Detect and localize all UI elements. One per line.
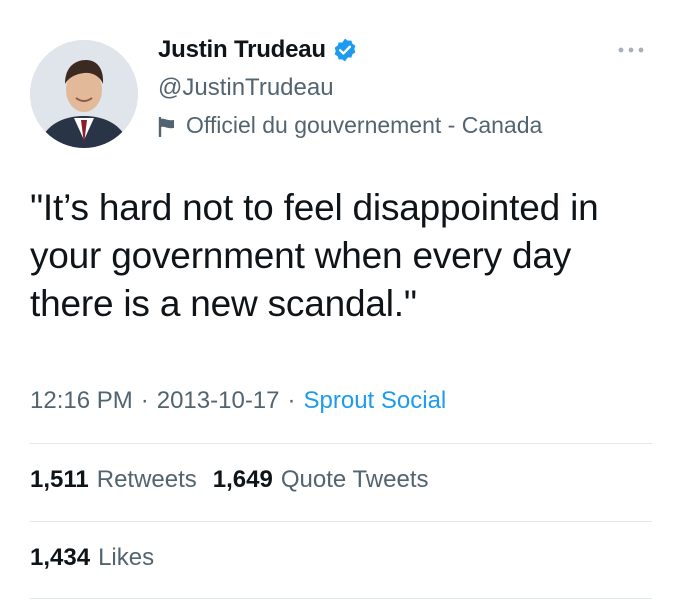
- divider: [30, 521, 652, 522]
- likes-stat-row: 1,434 Likes: [30, 544, 154, 572]
- divider: [30, 443, 652, 444]
- retweets-count: 1,511: [30, 466, 89, 493]
- likes-label: Likes: [98, 544, 155, 571]
- quote-tweets-stat[interactable]: 1,649 Quote Tweets: [213, 466, 429, 494]
- meta-separator: ·: [287, 387, 296, 414]
- tweet-meta: 12:16 PM · 2013-10-17 · Sprout Social: [30, 387, 446, 415]
- quote-tweets-label: Quote Tweets: [280, 466, 429, 493]
- likes-count: 1,434: [30, 544, 91, 571]
- more-options-button[interactable]: [612, 40, 650, 60]
- tweet-date[interactable]: 2013-10-17: [157, 387, 280, 415]
- meta-separator: ·: [140, 387, 149, 414]
- user-handle[interactable]: @JustinTrudeau: [158, 74, 334, 102]
- source-link[interactable]: Sprout Social: [304, 387, 447, 415]
- government-flag-icon: [158, 116, 176, 137]
- retweets-label: Retweets: [96, 466, 197, 493]
- verified-badge-icon: [332, 37, 358, 63]
- divider: [30, 598, 652, 599]
- avatar[interactable]: [30, 40, 138, 148]
- government-label: Officiel du gouvernement - Canada: [158, 112, 542, 139]
- display-name[interactable]: Justin Trudeau: [158, 36, 326, 64]
- retweets-stat[interactable]: 1,511 Retweets: [30, 466, 197, 494]
- tweet-time[interactable]: 12:16 PM: [30, 387, 133, 415]
- likes-stat[interactable]: 1,434 Likes: [30, 544, 154, 572]
- tweet-text: "It’s hard not to feel disappointed in y…: [30, 187, 599, 324]
- tweet-card: Justin Trudeau @JustinTrudeau Officiel d…: [0, 0, 680, 600]
- more-options-icon: [618, 47, 644, 53]
- engagement-stats: 1,511 Retweets 1,649 Quote Tweets: [30, 466, 429, 494]
- avatar-photo: [30, 40, 138, 148]
- government-label-text: Officiel du gouvernement - Canada: [186, 112, 543, 138]
- name-row: Justin Trudeau: [158, 36, 358, 64]
- quote-tweets-count: 1,649: [212, 466, 273, 493]
